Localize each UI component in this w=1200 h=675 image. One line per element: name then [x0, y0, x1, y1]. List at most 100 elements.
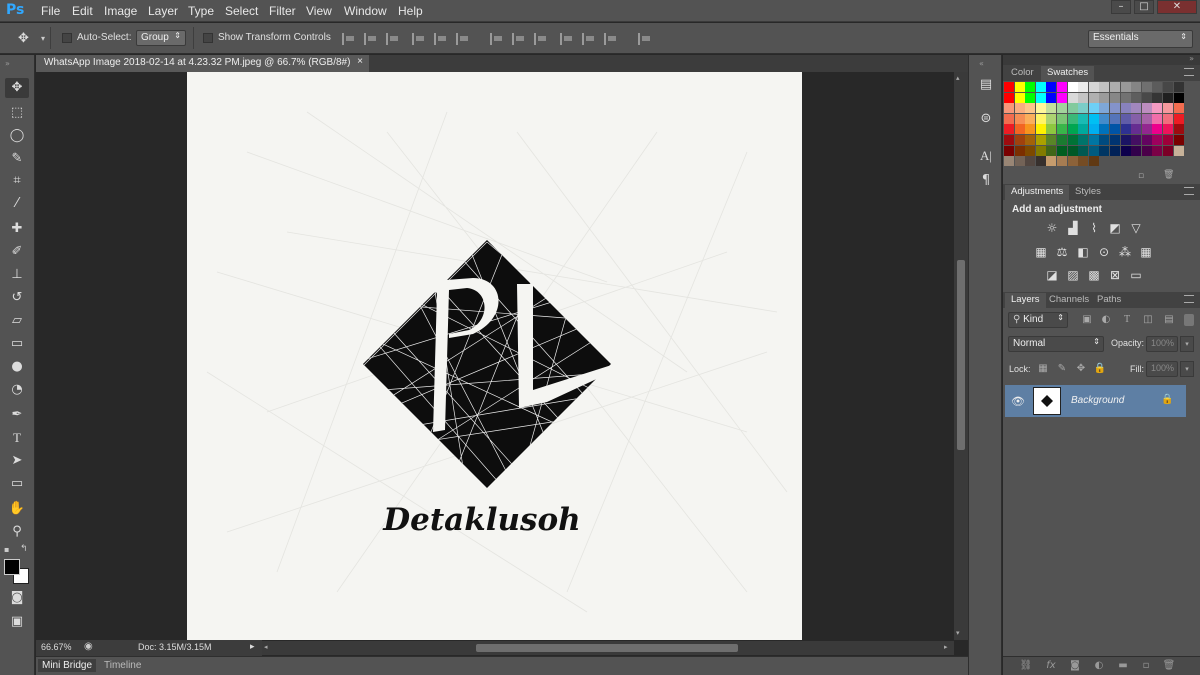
color-swatch[interactable]	[1057, 103, 1067, 114]
color-swatch[interactable]	[1046, 135, 1057, 145]
color-swatch[interactable]	[1025, 124, 1036, 135]
auto-align-icon[interactable]	[638, 33, 652, 45]
marquee-tool-icon[interactable]: ⬚	[5, 103, 29, 123]
color-swatch[interactable]	[1088, 156, 1099, 167]
color-swatch[interactable]	[1035, 156, 1046, 167]
color-swatch[interactable]	[1057, 145, 1067, 156]
color-swatch[interactable]	[1025, 103, 1036, 114]
color-swatch[interactable]	[1131, 124, 1142, 135]
menu-help[interactable]: Help	[398, 4, 423, 18]
color-lookup-icon[interactable]: ▦	[1138, 245, 1154, 259]
link-layers-icon[interactable]: ⛓	[1019, 660, 1033, 672]
history-panel-icon[interactable]: ▤	[977, 77, 995, 95]
color-swatch[interactable]	[1099, 113, 1110, 124]
color-swatch[interactable]	[1141, 113, 1152, 124]
blend-mode-dropdown[interactable]: Normal ⇕	[1008, 336, 1104, 352]
color-swatch[interactable]	[1088, 124, 1099, 135]
default-colors-icon[interactable]: ▪	[4, 545, 9, 554]
align-left-icon[interactable]	[412, 33, 426, 45]
color-swatch[interactable]	[1046, 82, 1057, 92]
color-swatch[interactable]	[1078, 92, 1089, 103]
align-hcenter-icon[interactable]	[434, 33, 448, 45]
new-adjustment-layer-icon[interactable]: ◐	[1092, 660, 1106, 672]
levels-icon[interactable]: ▟	[1065, 221, 1081, 235]
color-swatch[interactable]	[1131, 135, 1142, 145]
color-swatch[interactable]	[1014, 124, 1025, 135]
color-swatch[interactable]	[1046, 124, 1057, 135]
hand-tool-icon[interactable]: ✋	[5, 499, 29, 519]
tab-channels[interactable]: Channels	[1043, 293, 1095, 308]
color-swatch[interactable]	[1014, 156, 1025, 167]
color-swatch[interactable]	[1141, 82, 1152, 92]
color-swatch[interactable]	[1004, 103, 1014, 114]
threshold-icon[interactable]: ▩	[1086, 268, 1102, 282]
color-swatch[interactable]	[1004, 156, 1014, 167]
color-swatch[interactable]	[1078, 135, 1089, 145]
tab-layers[interactable]: Layers	[1005, 293, 1046, 308]
layer-filter-kind[interactable]: ⚲ Kind ⇕	[1008, 312, 1068, 328]
color-swatch[interactable]	[1035, 135, 1046, 145]
horizontal-scroll-thumb[interactable]	[476, 644, 738, 652]
color-swatch[interactable]	[1088, 145, 1099, 156]
color-swatch[interactable]	[1110, 103, 1120, 114]
filter-toggle[interactable]	[1184, 314, 1194, 326]
color-swatch[interactable]	[1173, 82, 1184, 92]
new-group-icon[interactable]: ▬	[1116, 660, 1130, 672]
distribute-hcenter-icon[interactable]	[582, 33, 596, 45]
filter-type-icon[interactable]: T	[1120, 314, 1134, 326]
curves-icon[interactable]: ⌇	[1086, 221, 1102, 235]
menu-edit[interactable]: Edit	[72, 4, 93, 18]
color-swatch[interactable]	[1173, 135, 1184, 145]
color-swatch[interactable]	[1120, 145, 1131, 156]
selective-color-icon[interactable]: ⊠	[1107, 268, 1123, 282]
color-swatch[interactable]	[1163, 145, 1173, 156]
color-swatch[interactable]	[1110, 145, 1120, 156]
color-swatch[interactable]	[1014, 135, 1025, 145]
color-swatch[interactable]	[1088, 82, 1099, 92]
scroll-left-icon[interactable]: ◂	[264, 643, 268, 651]
blur-tool-icon[interactable]: ●	[5, 357, 29, 377]
color-swatch[interactable]	[1035, 103, 1046, 114]
filter-smart-object-icon[interactable]: ▤	[1162, 314, 1176, 326]
color-swatch[interactable]	[1099, 82, 1110, 92]
color-swatch[interactable]	[1025, 145, 1036, 156]
color-swatch[interactable]	[1088, 135, 1099, 145]
screen-mode-icon[interactable]: ▣	[5, 612, 29, 632]
color-swatch[interactable]	[1046, 92, 1057, 103]
menu-select[interactable]: Select	[225, 4, 258, 18]
color-swatch[interactable]	[1110, 135, 1120, 145]
color-swatch[interactable]	[1004, 145, 1014, 156]
layer-style-icon[interactable]: fx	[1044, 660, 1058, 672]
color-swatch[interactable]	[1141, 145, 1152, 156]
healing-brush-tool-icon[interactable]: ✚	[5, 219, 29, 239]
color-swatch[interactable]	[1120, 103, 1131, 114]
eraser-tool-icon[interactable]: ▱	[5, 311, 29, 331]
workspace-dropdown[interactable]: Essentials ⇕	[1088, 30, 1193, 48]
auto-select-checkbox[interactable]	[62, 33, 72, 43]
distribute-vcenter-icon[interactable]	[512, 33, 526, 45]
color-swatch[interactable]	[1078, 82, 1089, 92]
color-swatch[interactable]	[1141, 92, 1152, 103]
align-vcenter-icon[interactable]	[364, 33, 378, 45]
color-swatch[interactable]	[1120, 135, 1131, 145]
panel-menu-icon[interactable]	[1184, 68, 1194, 76]
move-tool-icon[interactable]: ✥	[5, 78, 29, 98]
menu-file[interactable]: File	[41, 4, 60, 18]
color-swatch[interactable]	[1110, 124, 1120, 135]
quick-mask-icon[interactable]: ◙	[5, 588, 29, 608]
color-swatch[interactable]	[1067, 145, 1078, 156]
type-tool-icon[interactable]: T	[5, 428, 29, 448]
scroll-right-icon[interactable]: ▸	[944, 643, 948, 651]
status-menu-icon[interactable]: ▸	[250, 641, 255, 652]
color-swatch[interactable]	[1152, 103, 1163, 114]
color-swatch[interactable]	[1141, 135, 1152, 145]
scroll-down-icon[interactable]: ▾	[956, 629, 960, 637]
color-swatch[interactable]	[1163, 135, 1173, 145]
color-swatch[interactable]	[1163, 82, 1173, 92]
color-swatch[interactable]	[1163, 124, 1173, 135]
posterize-icon[interactable]: ▨	[1065, 268, 1081, 282]
color-swatch[interactable]	[1078, 113, 1089, 124]
exposure-icon[interactable]: ◩	[1107, 221, 1123, 235]
color-swatch[interactable]	[1088, 92, 1099, 103]
collapse-icon[interactable]: «	[979, 59, 984, 68]
